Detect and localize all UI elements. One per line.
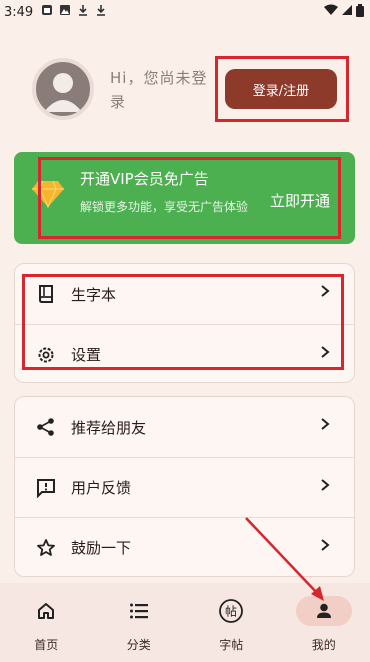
home-icon xyxy=(18,596,74,626)
nav-categories[interactable]: 分类 xyxy=(93,583,186,662)
menu-item-rate[interactable]: 鼓励一下 xyxy=(15,517,354,577)
chevron-right-icon xyxy=(320,478,330,496)
share-icon xyxy=(35,416,57,438)
chevron-right-icon xyxy=(320,417,330,435)
vip-banner[interactable]: 开通VIP会员免广告 解锁更多功能，享受无广告体验 立即开通 xyxy=(14,152,355,244)
menu-item-settings[interactable]: 设置 xyxy=(15,324,354,384)
person-icon xyxy=(44,73,82,112)
download-icon xyxy=(95,4,107,20)
nav-mine[interactable]: 我的 xyxy=(278,583,370,662)
nav-label: 字帖 xyxy=(219,638,244,652)
download-icon xyxy=(77,4,89,20)
person-icon xyxy=(295,596,352,626)
menu-item-label: 推荐给朋友 xyxy=(71,418,147,437)
menu-item-label: 设置 xyxy=(71,346,102,364)
nav-label: 我的 xyxy=(311,638,336,652)
bottom-navigation: 首页 分类 帖 字帖 我的 xyxy=(0,583,370,662)
menu-item-label: 用户反馈 xyxy=(71,479,132,497)
menu-item-label: 鼓励一下 xyxy=(71,539,132,557)
nav-home[interactable]: 首页 xyxy=(0,583,93,662)
secondary-menu-card: 推荐给朋友 用户反馈 鼓励一下 xyxy=(14,396,355,577)
notification-icon xyxy=(41,4,53,20)
wifi-icon xyxy=(324,4,338,20)
nav-copybook[interactable]: 帖 字帖 xyxy=(185,583,278,662)
menu-item-vocabulary-book[interactable]: 生字本 xyxy=(15,264,354,324)
copybook-icon: 帖 xyxy=(203,596,259,626)
login-register-button[interactable]: 登录/注册 xyxy=(225,69,337,109)
nav-label: 分类 xyxy=(126,638,151,652)
feedback-icon xyxy=(35,477,57,499)
battery-icon xyxy=(356,3,364,21)
status-time: 3:49 xyxy=(4,4,34,20)
book-icon xyxy=(35,283,57,305)
primary-menu-card: 生字本 设置 xyxy=(14,263,355,383)
profile-section: Hi，您尚未登录 登录/注册 xyxy=(0,50,370,130)
vip-subscribe-link[interactable]: 立即开通 xyxy=(270,190,330,211)
menu-item-feedback[interactable]: 用户反馈 xyxy=(15,457,354,517)
list-icon xyxy=(111,596,167,626)
chevron-right-icon xyxy=(320,538,330,556)
signal-icon xyxy=(341,4,353,20)
diamond-icon xyxy=(31,180,65,212)
menu-item-share[interactable]: 推荐给朋友 xyxy=(15,397,354,457)
gear-icon xyxy=(35,344,57,366)
svg-text:帖: 帖 xyxy=(225,604,237,619)
chevron-right-icon xyxy=(320,284,330,302)
avatar[interactable] xyxy=(32,58,94,120)
chevron-right-icon xyxy=(320,345,330,363)
menu-item-label: 生字本 xyxy=(71,285,117,304)
vip-subtitle: 解锁更多功能，享受无广告体验 xyxy=(80,200,249,214)
star-icon xyxy=(35,537,57,559)
status-bar: 3:49 xyxy=(0,0,370,24)
nav-label: 首页 xyxy=(34,638,59,652)
image-icon xyxy=(59,4,71,20)
login-prompt-text[interactable]: Hi，您尚未登录 xyxy=(110,66,210,114)
vip-title: 开通VIP会员免广告 xyxy=(80,170,209,188)
